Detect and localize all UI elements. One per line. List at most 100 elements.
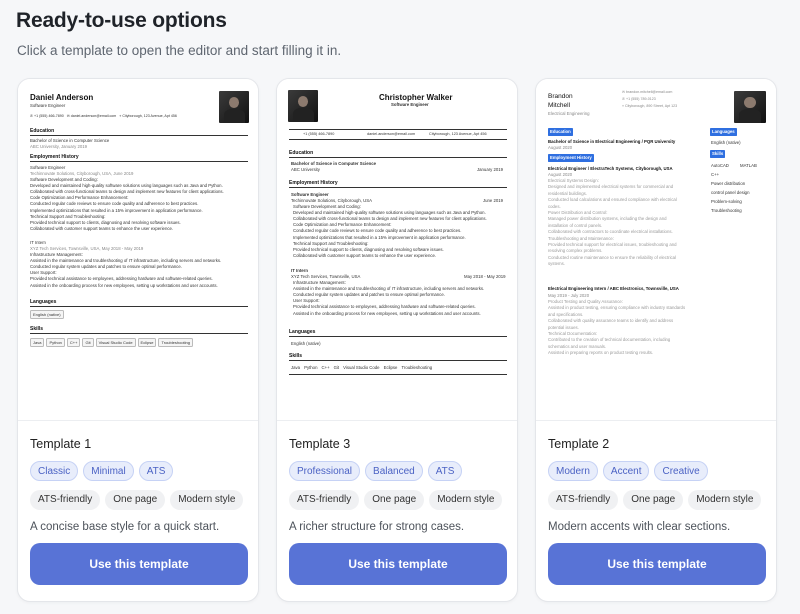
template-name: Template 2 bbox=[548, 437, 610, 451]
divider bbox=[289, 187, 507, 188]
detail-line: Technical Documentation: bbox=[548, 331, 598, 336]
template-card-3[interactable]: Christopher Walker Software Engineer +1 … bbox=[276, 78, 518, 602]
detail-line: Product Testing and Quality Assurance: bbox=[548, 299, 623, 304]
skill: Problem-solving bbox=[711, 199, 742, 204]
resume-email: daniel.anderson@email.com bbox=[70, 114, 117, 118]
feature: One page bbox=[623, 490, 684, 510]
feature: ATS-friendly bbox=[548, 490, 619, 510]
template-preview[interactable]: Brandon Mitchell Electrical Engineering … bbox=[536, 79, 776, 421]
detail-line: resolving complex problems. bbox=[548, 248, 603, 254]
template-card-2[interactable]: Brandon Mitchell Electrical Engineering … bbox=[535, 78, 777, 602]
use-template-button[interactable]: Use this template bbox=[30, 543, 248, 585]
resume-first-name: Brandon bbox=[548, 93, 573, 100]
skill-chip: Troubleshooting bbox=[158, 338, 193, 347]
style-tags: Professional Balanced ATS bbox=[289, 461, 505, 481]
language: English (native) bbox=[711, 140, 741, 145]
language: English (native) bbox=[291, 341, 321, 346]
detail-line: Collaborated with contractors to coordin… bbox=[548, 229, 673, 235]
detail-line: Conducted load calculations and ensured … bbox=[548, 197, 677, 203]
resume-address: Cityborough, 123 Avenue, Apt 456 bbox=[122, 114, 177, 118]
resume-document: Daniel Anderson Software Engineer ✆ +1 (… bbox=[28, 88, 250, 420]
language-chip: English (native) bbox=[30, 310, 64, 319]
skill: Eclipse bbox=[383, 365, 398, 370]
skill: AutoCAD bbox=[711, 163, 729, 168]
template-name: Template 1 bbox=[30, 437, 92, 451]
tag: Minimal bbox=[83, 461, 134, 481]
detail-line: Assisted in preparing reports on product… bbox=[548, 350, 654, 356]
resume-title: Electrical Engineering bbox=[548, 111, 590, 116]
detail-line: Designed and implemented electrical syst… bbox=[548, 184, 674, 190]
detail-line: installation of control panels. bbox=[548, 222, 603, 228]
feature: One page bbox=[364, 490, 425, 510]
section-languages: Languages bbox=[710, 128, 737, 137]
feature: One page bbox=[105, 490, 166, 510]
skill-chip: Visual Studio Code bbox=[95, 338, 136, 347]
divider bbox=[289, 374, 507, 375]
email-icon: ✉ bbox=[622, 90, 626, 94]
job-title: Electrical Engineering Intern / ABC Elec… bbox=[548, 286, 679, 291]
page-subtitle: Click a template to open the editor and … bbox=[17, 43, 342, 58]
skill: Power distribution bbox=[711, 181, 746, 186]
resume-title: Software Engineer bbox=[391, 102, 429, 107]
resume-document: Brandon Mitchell Electrical Engineering … bbox=[546, 88, 768, 420]
detail-line: Power Distribution and Control: bbox=[548, 210, 608, 215]
section-employment: Employment History bbox=[548, 154, 594, 163]
detail-line: Electrical Systems Design: bbox=[548, 178, 599, 183]
resume-phone: +1 (555) 466-7890 bbox=[303, 132, 335, 136]
template-preview[interactable]: Daniel Anderson Software Engineer ✆ +1 (… bbox=[18, 79, 258, 421]
skill: Git bbox=[333, 365, 340, 370]
detail-line: Collaborated with customer support teams… bbox=[30, 225, 174, 231]
tag: Accent bbox=[602, 461, 650, 481]
resume-last-name: Mitchell bbox=[548, 102, 571, 109]
divider bbox=[30, 161, 248, 162]
style-tags: Modern Accent Creative bbox=[548, 461, 764, 481]
tag: Classic bbox=[30, 461, 79, 481]
resume-email: daniel.anderson@email.com bbox=[367, 132, 416, 136]
resume-address: Cityborough, 123 Avenue, Apt 456 bbox=[429, 132, 487, 136]
phone-icon: ✆ bbox=[30, 114, 34, 118]
skills-list: Java Python C++ Git Visual Studio Code Eclips… bbox=[30, 338, 195, 347]
use-template-button[interactable]: Use this template bbox=[289, 543, 507, 585]
detail-line: Assisted in the onboarding process for n… bbox=[293, 310, 481, 316]
tag: Modern bbox=[548, 461, 598, 481]
skill: MATLAB bbox=[740, 163, 757, 168]
detail-line: Assisted in product testing, ensuring co… bbox=[548, 305, 686, 311]
detail-line: Collaborated with customer support teams… bbox=[293, 252, 437, 258]
template-preview[interactable]: Christopher Walker Software Engineer +1 … bbox=[277, 79, 517, 421]
divider bbox=[289, 360, 507, 361]
skill: C++ bbox=[711, 172, 720, 177]
detail-line: codes. bbox=[548, 203, 561, 209]
detail-line: systems. bbox=[548, 261, 565, 267]
detail-line: and specifications. bbox=[548, 311, 584, 317]
tag: Professional bbox=[289, 461, 361, 481]
detail-line: Assisted in the onboarding process for n… bbox=[30, 282, 218, 288]
template-description: A richer structure for strong cases. bbox=[289, 521, 465, 533]
degree-date: August 2020 bbox=[548, 145, 573, 150]
detail-line: Managed power distribution systems, incl… bbox=[548, 216, 667, 222]
skill: Troubleshooting bbox=[401, 365, 433, 370]
detail-line: potential issues. bbox=[548, 324, 579, 330]
tag: ATS bbox=[138, 461, 174, 481]
profile-photo bbox=[219, 91, 249, 123]
use-template-button[interactable]: Use this template bbox=[548, 543, 766, 585]
detail-line: residential buildings. bbox=[548, 190, 587, 196]
detail-line: schematics and user manuals. bbox=[548, 343, 607, 349]
page-title: Ready-to-use options bbox=[16, 9, 227, 32]
resume-title: Software Engineer bbox=[30, 103, 66, 108]
template-description: Modern accents with clear sections. bbox=[548, 521, 731, 533]
skill-chip: Git bbox=[82, 338, 94, 347]
profile-photo bbox=[288, 90, 318, 122]
detail-line: Troubleshooting and Maintenance: bbox=[548, 235, 615, 241]
school: ABC University bbox=[291, 167, 320, 172]
email-icon: ✉ bbox=[66, 114, 70, 118]
resume-address: Cityborough, 890 Street, Apt 123 bbox=[625, 104, 678, 108]
skills-list: Java Python C++ Git Visual Studio Code Eclips… bbox=[291, 365, 436, 371]
skill: C++ bbox=[321, 365, 330, 370]
job-date: June 2019 bbox=[483, 198, 504, 203]
skill: control panel design bbox=[711, 190, 750, 195]
resume-email: brandon.mitchell@email.com bbox=[626, 90, 673, 94]
feature-tags: ATS-friendly One page Modern style bbox=[548, 490, 764, 510]
template-card-1[interactable]: Daniel Anderson Software Engineer ✆ +1 (… bbox=[17, 78, 259, 602]
template-description: A concise base style for a quick start. bbox=[30, 521, 220, 533]
feature: Modern style bbox=[170, 490, 244, 510]
